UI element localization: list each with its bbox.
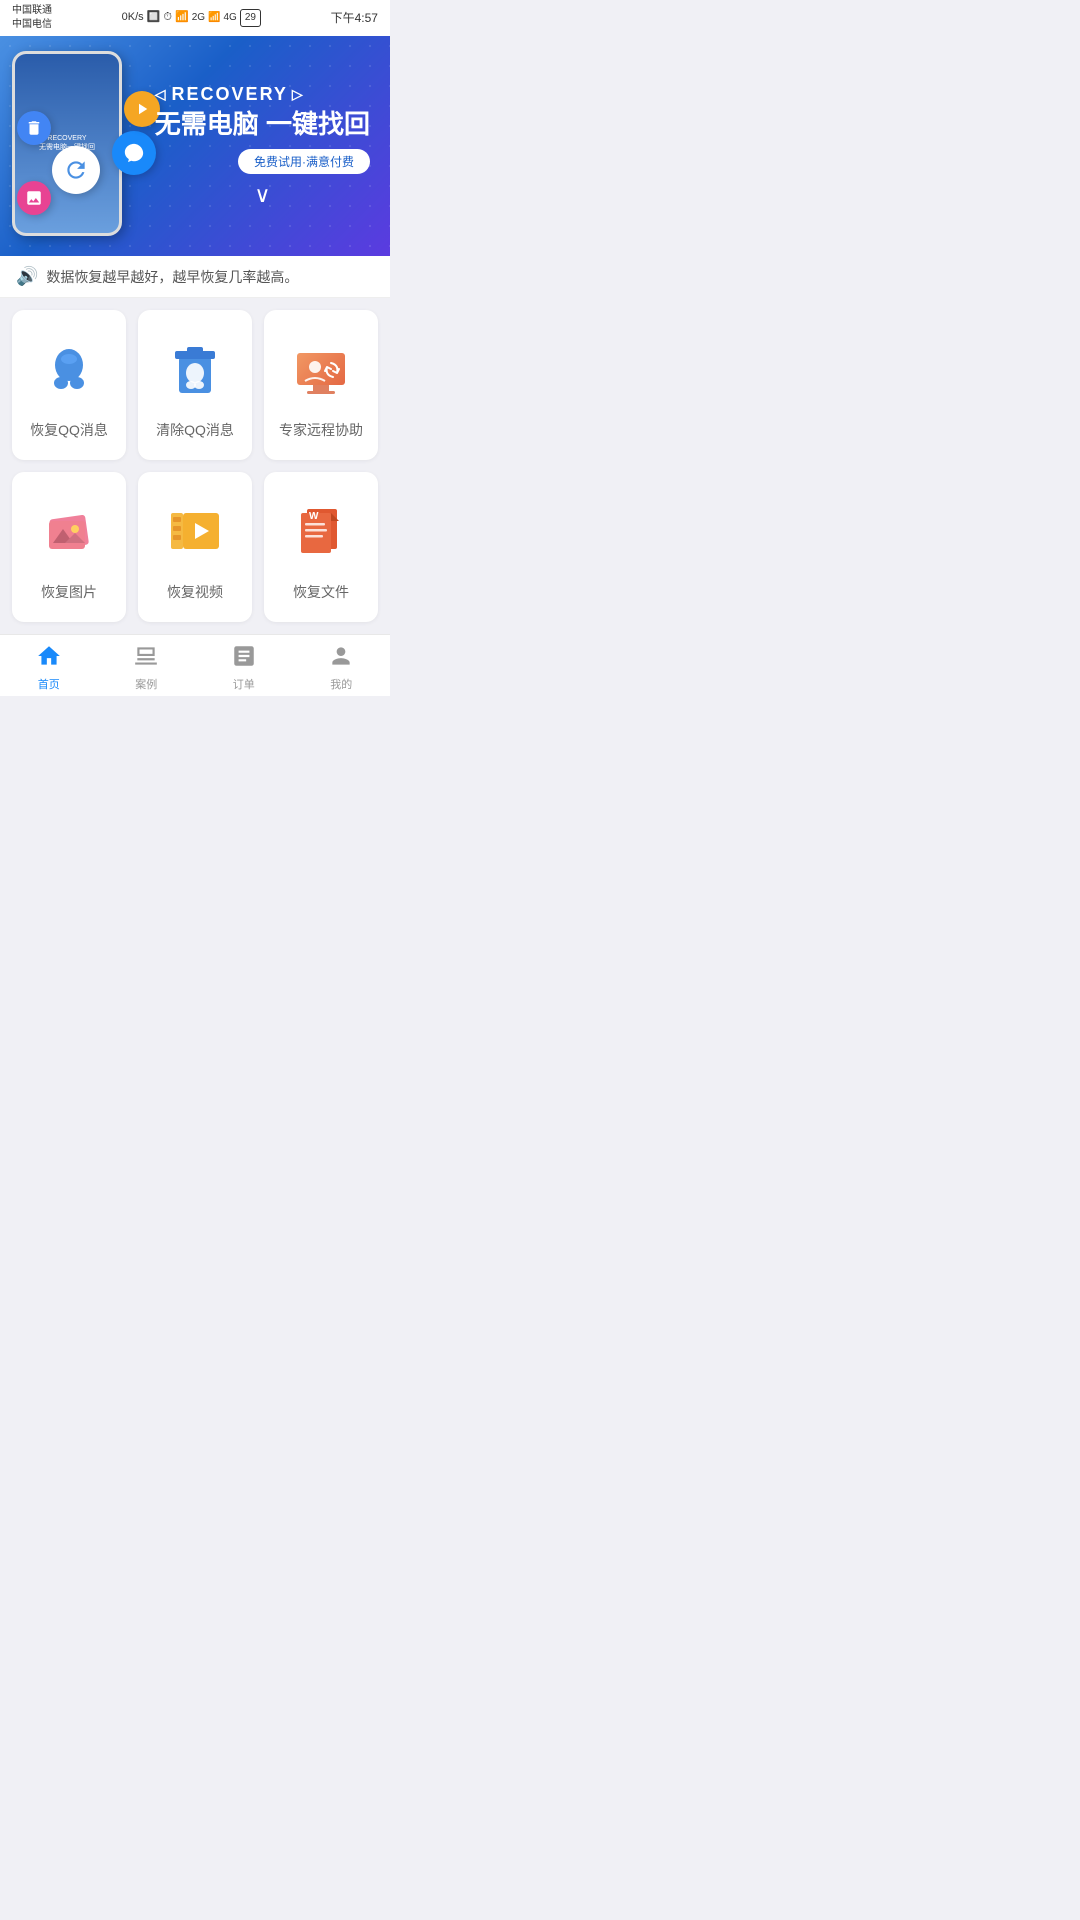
banner-sub-button[interactable]: 免费试用·满意付费 [238, 149, 370, 174]
float-qq-icon [112, 131, 156, 175]
grid-row-1: 恢复QQ消息 清除QQ消息 [12, 310, 378, 460]
grid-container: 恢复QQ消息 清除QQ消息 [0, 298, 390, 634]
nav-orders-label: 订单 [233, 676, 255, 692]
expert-remote-label: 专家远程协助 [279, 420, 363, 440]
nav-cases-label: 案例 [135, 676, 157, 692]
card-expert-remote[interactable]: 专家远程协助 [264, 310, 378, 460]
float-refresh-icon [52, 146, 100, 194]
recover-qq-label: 恢复QQ消息 [30, 420, 108, 440]
banner-text: ◁ RECOVERY ▷ 无需电脑 一键找回 免费试用·满意付费 ∨ [155, 84, 370, 207]
bottom-nav: 首页 案例 订单 我的 [0, 634, 390, 696]
grid-row-2: 恢复图片 恢复视频 [12, 472, 378, 622]
notice-text: 数据恢复越早越好，越早恢复几率越高。 [46, 267, 298, 287]
card-recover-qq[interactable]: 恢复QQ消息 [12, 310, 126, 460]
expert-remote-icon [286, 334, 356, 404]
home-icon [36, 643, 62, 673]
status-bar: 中国联通 中国电信 0K/s 🔲 ⏱ 📶 2G 📶 4G 29 下午4:57 [0, 0, 390, 36]
banner-recovery-label: ◁ RECOVERY ▷ [155, 84, 370, 105]
speaker-icon: 🔊 [16, 266, 38, 287]
float-photo-icon [17, 181, 51, 215]
recover-file-icon: W [286, 496, 356, 566]
recover-video-label: 恢复视频 [167, 582, 223, 602]
svg-text:W: W [309, 511, 319, 522]
nav-cases[interactable]: 案例 [98, 643, 196, 692]
card-clear-qq[interactable]: 清除QQ消息 [138, 310, 252, 460]
nav-mine[interactable]: 我的 [293, 643, 391, 692]
float-trash-icon [17, 111, 51, 145]
nav-orders[interactable]: 订单 [195, 643, 293, 692]
recover-photo-icon [34, 496, 104, 566]
nav-mine-label: 我的 [330, 676, 352, 692]
phone-illustration: RECOVERY无需电脑一键找回 [12, 51, 142, 251]
card-recover-file[interactable]: W 恢复文件 [264, 472, 378, 622]
nav-home[interactable]: 首页 [0, 643, 98, 692]
recover-video-icon [160, 496, 230, 566]
banner-chevron-icon: ∨ [155, 182, 370, 208]
nav-home-label: 首页 [38, 676, 60, 692]
clear-qq-label: 清除QQ消息 [156, 420, 234, 440]
card-recover-photo[interactable]: 恢复图片 [12, 472, 126, 622]
cases-icon [133, 643, 159, 673]
mine-icon [328, 643, 354, 673]
banner-main-text: 无需电脑 一键找回 [155, 109, 370, 140]
notice-bar: 🔊 数据恢复越早越好，越早恢复几率越高。 [0, 256, 390, 298]
banner[interactable]: RECOVERY无需电脑一键找回 [0, 36, 390, 256]
clear-qq-icon [160, 334, 230, 404]
card-recover-video[interactable]: 恢复视频 [138, 472, 252, 622]
recover-file-label: 恢复文件 [293, 582, 349, 602]
carrier-info: 中国联通 中国电信 [12, 4, 52, 32]
recover-qq-icon [34, 334, 104, 404]
status-center: 0K/s 🔲 ⏱ 📶 2G 📶 4G 29 [122, 9, 261, 27]
time-display: 下午4:57 [331, 10, 378, 27]
orders-icon [231, 643, 257, 673]
recover-photo-label: 恢复图片 [41, 582, 97, 602]
